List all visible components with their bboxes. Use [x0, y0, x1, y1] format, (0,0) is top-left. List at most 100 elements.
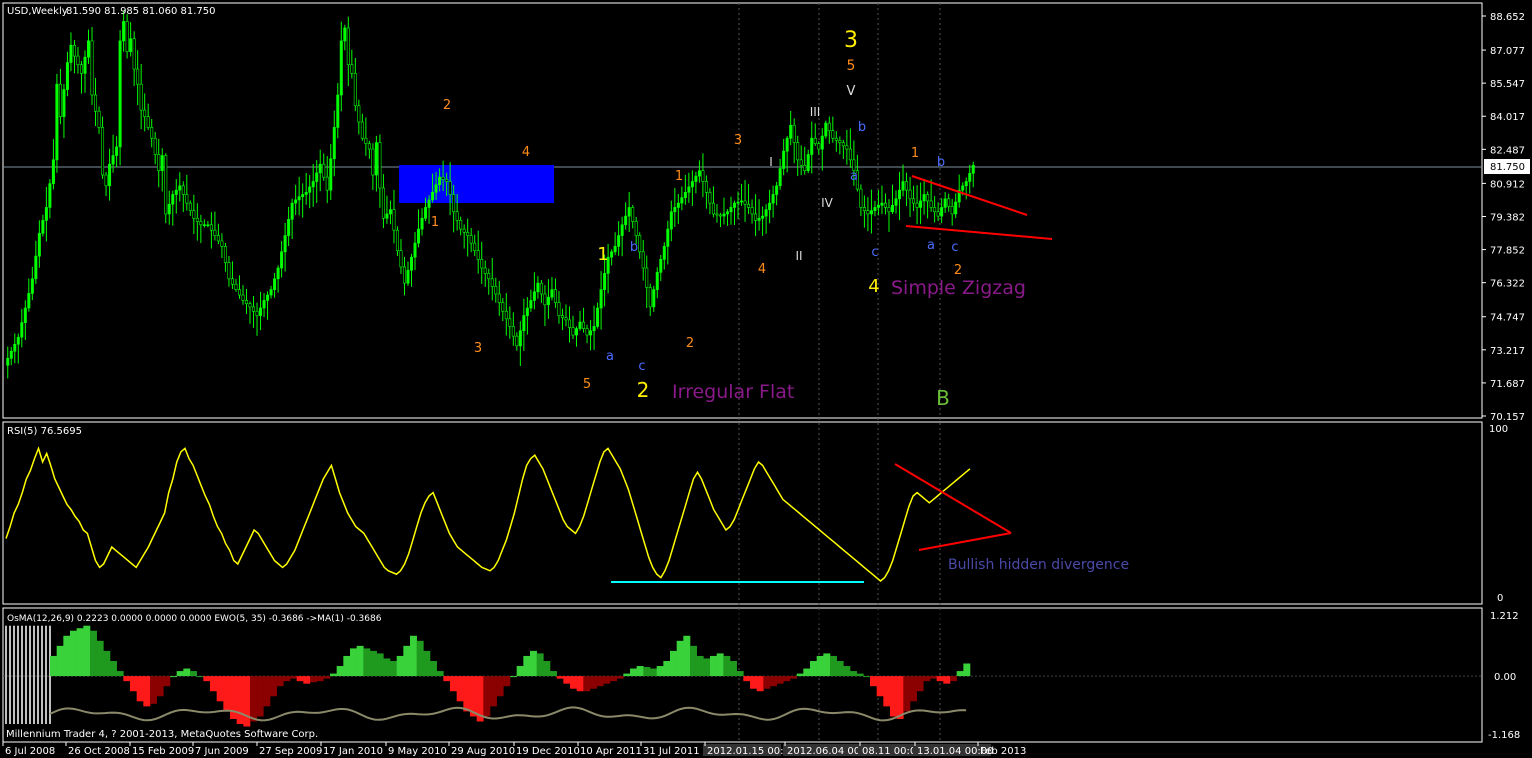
- candle-body: [343, 27, 347, 42]
- candle-body: [596, 307, 600, 327]
- ewo-bar: [210, 676, 217, 692]
- ewo-bar: [63, 635, 71, 677]
- ewo-bar: [696, 655, 704, 677]
- candle-body: [711, 202, 715, 215]
- date-tick-label: 10 Apr 2011: [580, 746, 642, 757]
- ewo-bar: [770, 676, 777, 687]
- candle-body: [329, 158, 333, 191]
- candle-body: [669, 211, 673, 230]
- wave-label: b: [858, 120, 866, 135]
- ohlc-label: 81.590 81.985 81.060 81.750: [66, 6, 216, 17]
- candle-body: [413, 242, 417, 258]
- ewo-bar: [776, 676, 784, 684]
- ewo-bar: [610, 676, 617, 682]
- candle-body: [740, 200, 744, 203]
- ewo-bar: [203, 676, 211, 682]
- ewo-bar: [936, 676, 944, 682]
- wave-label: a: [850, 169, 858, 184]
- candle-body: [122, 21, 126, 42]
- candle-body: [37, 233, 41, 257]
- candle-body: [532, 291, 536, 301]
- candle-body: [722, 213, 726, 217]
- ewo-bar: [50, 655, 57, 677]
- candle-body: [796, 142, 800, 161]
- ewo-bar: [363, 648, 371, 677]
- wave-label: 2: [954, 263, 962, 278]
- pattern-label: Simple Zigzag: [891, 277, 1026, 299]
- candle-body: [424, 207, 428, 219]
- candle-body: [266, 294, 270, 301]
- candle-body: [838, 140, 842, 143]
- candle-body: [915, 202, 919, 208]
- candle-body: [434, 184, 438, 193]
- candle-body: [139, 83, 143, 111]
- candle-body: [178, 185, 182, 191]
- ewo-bar: [570, 676, 577, 689]
- candle-body: [420, 217, 424, 230]
- candle-body: [775, 185, 779, 195]
- candle-body: [964, 181, 968, 187]
- ewo-bar: [430, 660, 437, 677]
- candle-body: [736, 201, 740, 204]
- candle-body: [227, 262, 231, 280]
- candle-body: [27, 293, 31, 309]
- candle-body: [869, 210, 873, 215]
- candle-body: [174, 189, 178, 195]
- candle-body: [23, 307, 27, 323]
- ewo-bar: [250, 676, 257, 722]
- ewo-bar: [236, 676, 244, 725]
- ewo-bar: [856, 673, 864, 677]
- candle-body: [754, 213, 758, 221]
- trading-chart[interactable]: 88.652 87.077 85.547 84.017 82.487 80.912 79.3…: [0, 0, 1532, 758]
- candle-body: [603, 273, 607, 290]
- candle-body: [371, 148, 375, 176]
- candle-body: [483, 267, 487, 274]
- ewo-bar: [410, 635, 417, 677]
- price-tick-label: 79.382: [1490, 212, 1525, 223]
- ewo-bar: [310, 676, 317, 683]
- candle-body: [582, 321, 586, 329]
- candle-body: [350, 64, 354, 74]
- candle-body: [834, 137, 838, 141]
- ewo-bar: [510, 676, 517, 678]
- osma-bar: [25, 625, 27, 725]
- ewo-bar: [356, 645, 364, 677]
- candle-body: [195, 217, 199, 222]
- candle-body: [51, 159, 55, 184]
- candle-body: [743, 200, 747, 205]
- candle-body: [764, 209, 768, 217]
- candle-body: [943, 198, 947, 208]
- ewo-bar: [756, 676, 764, 692]
- ewo-bar: [670, 650, 677, 677]
- candle-body: [473, 242, 477, 252]
- resistance-box[interactable]: [399, 165, 554, 203]
- wave-label: b: [937, 155, 945, 170]
- candle-body: [666, 228, 670, 247]
- candle-body: [146, 116, 150, 128]
- wave-label: c: [638, 359, 645, 374]
- candle-body: [733, 202, 737, 208]
- candle-body: [367, 143, 371, 150]
- candle-body: [157, 154, 161, 171]
- price-tick-label: 87.077: [1490, 46, 1525, 57]
- current-price-label: 81.750: [1490, 162, 1525, 173]
- candle-body: [729, 207, 733, 213]
- candle-body: [947, 198, 951, 207]
- candle-body: [887, 207, 891, 213]
- candle-body: [880, 202, 884, 206]
- ewo-bar: [396, 655, 404, 677]
- candle-body: [785, 137, 789, 152]
- ewo-bar: [710, 655, 717, 677]
- candle-body: [683, 192, 687, 199]
- osma-bar: [29, 625, 31, 725]
- ewo-bar: [763, 676, 771, 689]
- wave-label: 1: [431, 215, 439, 230]
- candle-body: [687, 186, 691, 193]
- candle-body: [529, 300, 533, 309]
- candle-body: [16, 336, 20, 345]
- candle-body: [845, 145, 849, 150]
- candle-body: [280, 251, 284, 269]
- ewo-bar: [616, 676, 624, 679]
- candle-body: [718, 214, 722, 217]
- candle-body: [441, 176, 445, 180]
